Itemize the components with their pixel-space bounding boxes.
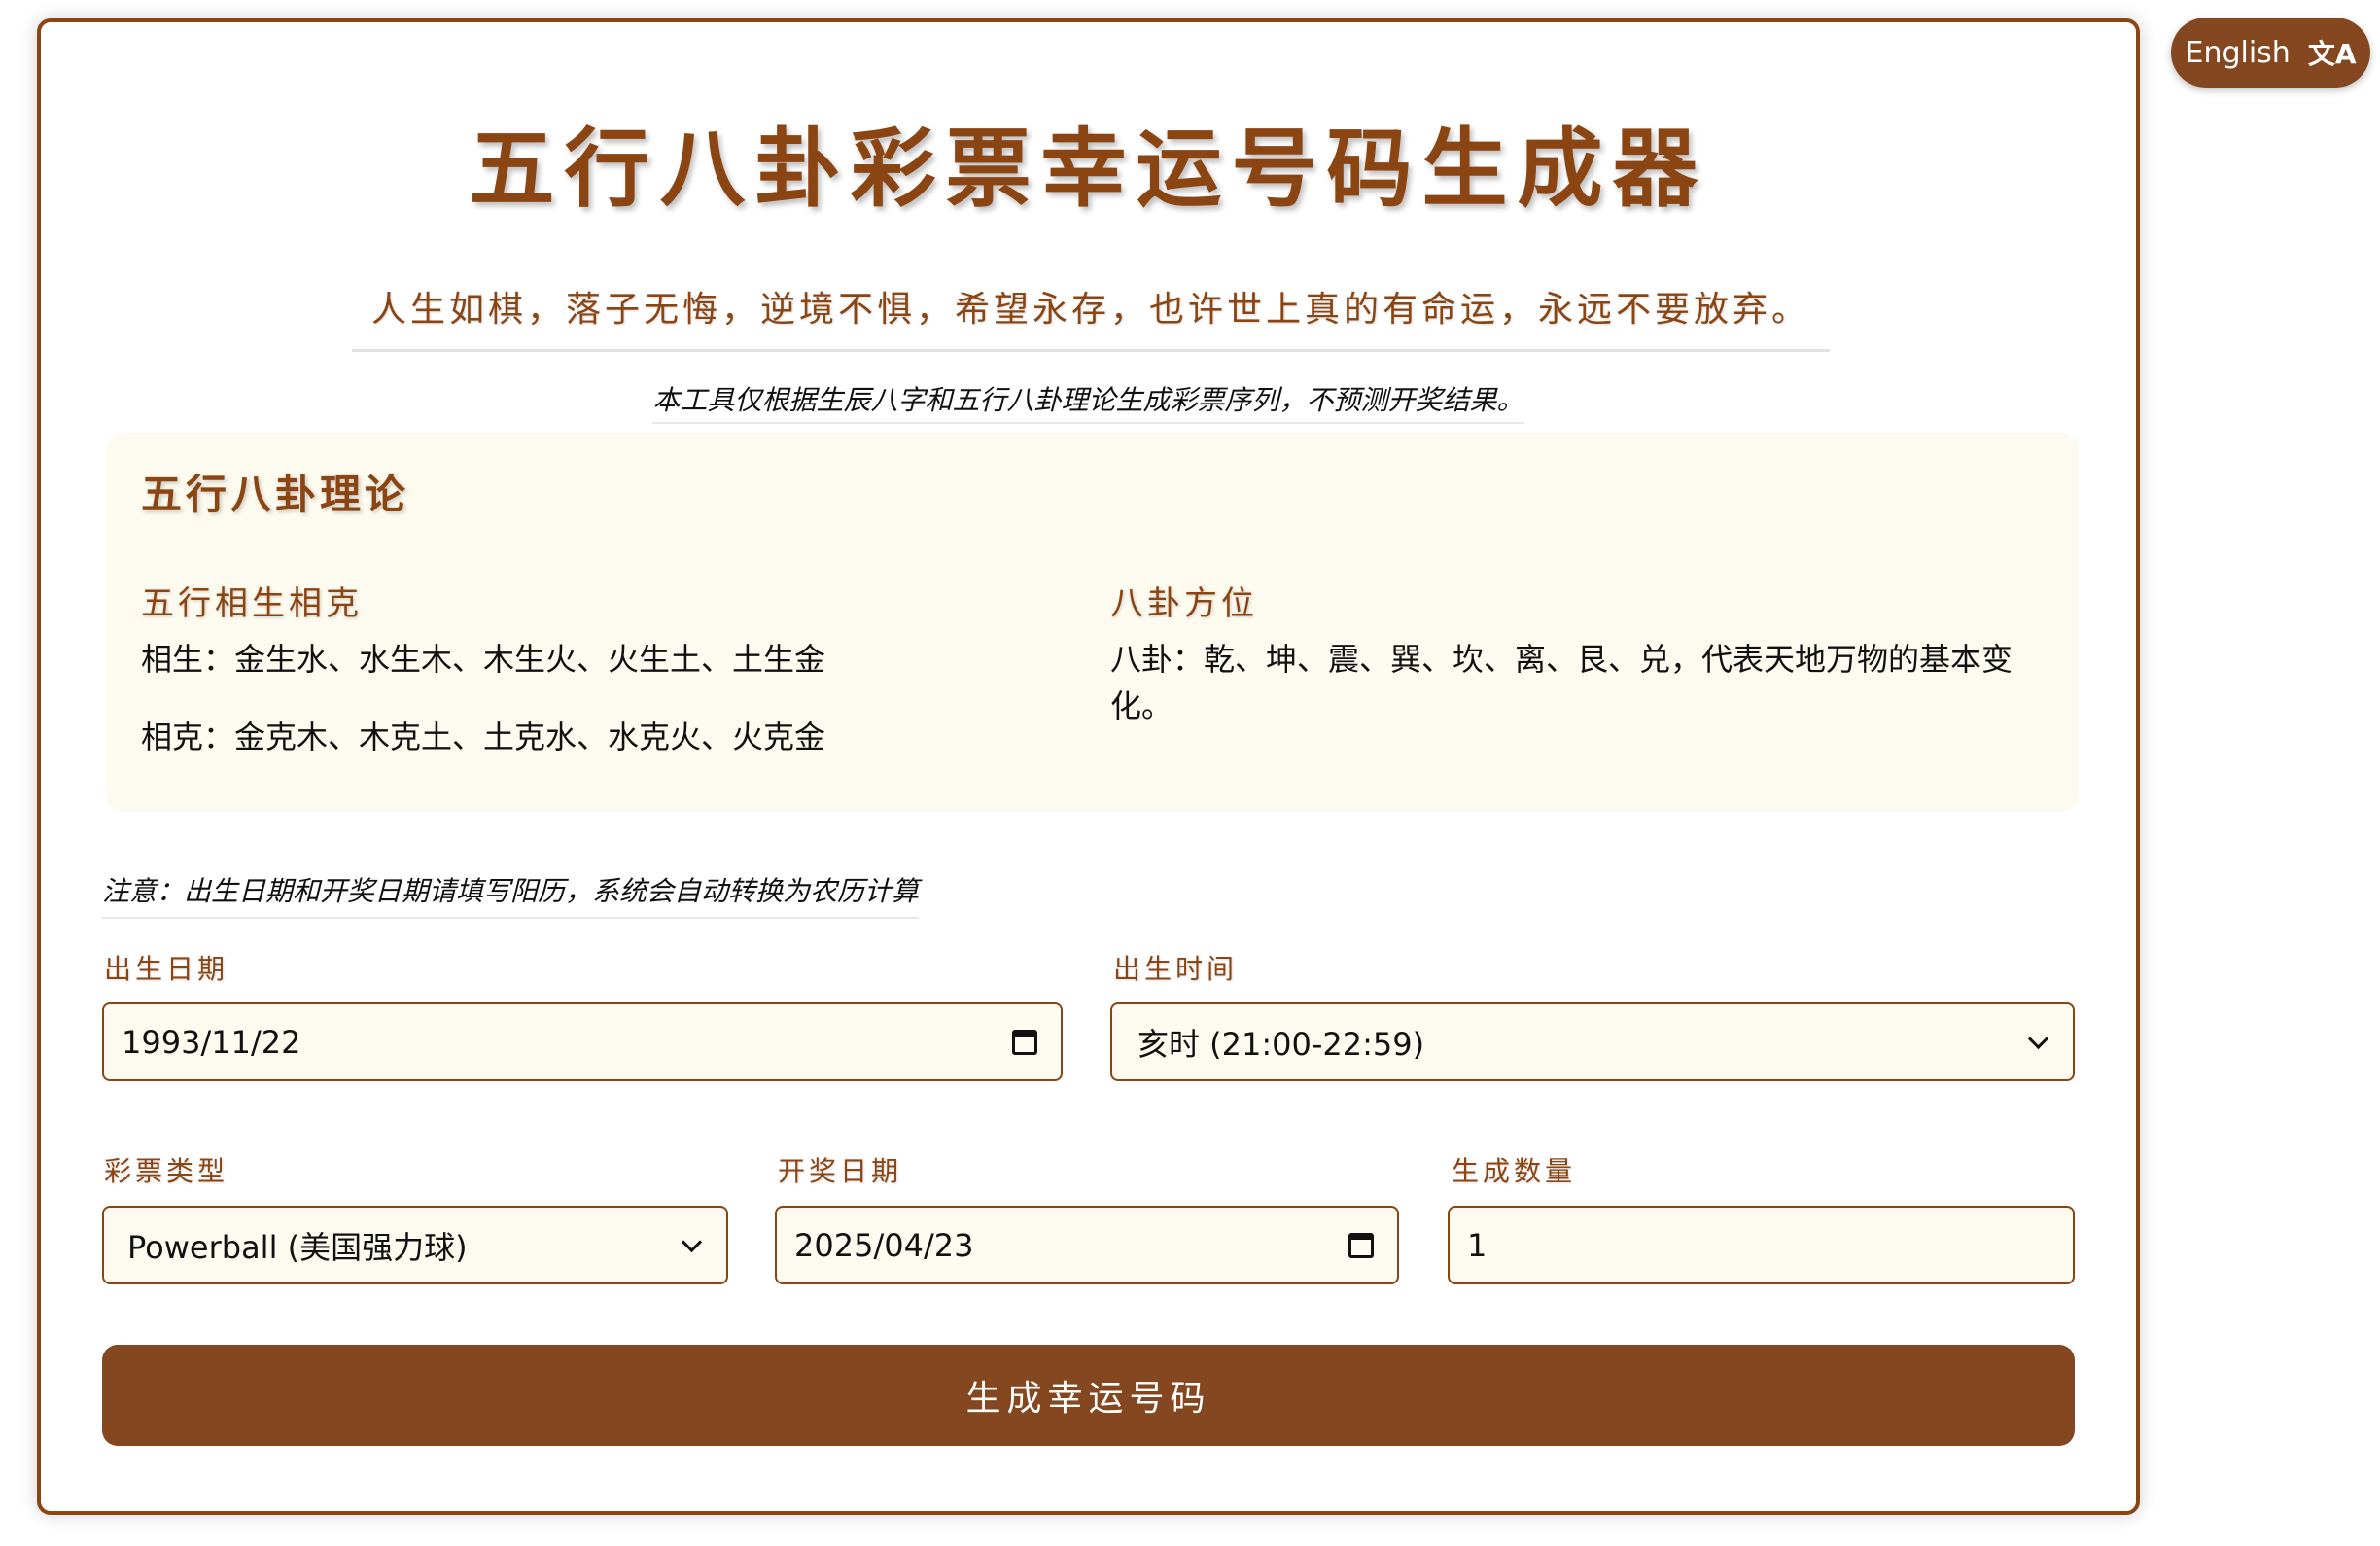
birth-time-label: 出生时间 (1113, 953, 1239, 985)
language-toggle-button[interactable]: English 文A (2171, 18, 2370, 88)
translate-icon: 文A (2307, 38, 2357, 70)
birth-time-select[interactable]: 亥时 (21:00-22:59) (1110, 1002, 2075, 1081)
chevron-down-icon (2027, 1028, 2049, 1050)
wuxing-heading: 五行相生相克 (141, 584, 363, 623)
theory-title: 五行八卦理论 (141, 471, 410, 518)
draw-date-value: 2025/04/23 (794, 1226, 974, 1264)
lottery-type-label: 彩票类型 (104, 1155, 229, 1187)
wuxing-sheng: 相生：金生水、水生木、木生火、火生土、土生金 (141, 641, 826, 678)
page-title: 五行八卦彩票幸运号码生成器 (469, 118, 1708, 219)
bagua-column: 八卦方位 八卦：乾、坤、震、巽、坎、离、艮、兑，代表天地万物的基本变化。 (1110, 577, 2024, 729)
language-label: English (2185, 35, 2291, 70)
draw-date-input[interactable]: 2025/04/23 (775, 1206, 1399, 1284)
count-label: 生成数量 (1452, 1155, 1577, 1187)
theory-panel: 五行八卦理论 五行相生相克 相生：金生水、水生木、木生火、火生土、土生金 相克：… (106, 433, 2079, 812)
disclaimer-text: 本工具仅根据生辰八字和五行八卦理论生成彩票序列，不预测开奖结果。 (652, 379, 1524, 424)
calendar-icon[interactable] (1348, 1232, 1374, 1258)
count-input[interactable]: 1 (1448, 1206, 2075, 1284)
birth-date-input[interactable]: 1993/11/22 (102, 1002, 1063, 1081)
main-card: 五行八卦彩票幸运号码生成器 人生如棋，落子无悔，逆境不惧，希望永存，也许世上真的… (37, 18, 2140, 1515)
generate-button[interactable]: 生成幸运号码 (102, 1345, 2075, 1446)
birth-time-value: 亥时 (21:00-22:59) (1138, 1025, 1425, 1063)
motto: 人生如棋，落子无悔，逆境不惧，希望永存，也许世上真的有命运，永远不要放弃。 (352, 281, 1830, 352)
bagua-text: 八卦：乾、坤、震、巽、坎、离、艮、兑，代表天地万物的基本变化。 (1110, 641, 2013, 724)
wuxing-column: 五行相生相克 相生：金生水、水生木、木生火、火生土、土生金 相克：金克木、木克土… (141, 577, 1016, 760)
count-value: 1 (1467, 1226, 1488, 1264)
draw-date-label: 开奖日期 (778, 1155, 903, 1187)
wuxing-ke: 相克：金克木、木克土、土克水、水克火、火克金 (141, 719, 826, 755)
calendar-icon[interactable] (1012, 1029, 1037, 1055)
disclaimer: 本工具仅根据生辰八字和五行八卦理论生成彩票序列，不预测开奖结果。 (41, 379, 2136, 424)
lottery-type-value: Powerball (美国强力球) (127, 1228, 468, 1266)
calendar-note: 注意：出生日期和开奖日期请填写阳历，系统会自动转换为农历计算 (102, 870, 920, 919)
birth-date-value: 1993/11/22 (122, 1023, 301, 1061)
bagua-heading: 八卦方位 (1110, 584, 1258, 623)
lottery-type-select[interactable]: Powerball (美国强力球) (102, 1206, 728, 1284)
chevron-down-icon (681, 1231, 703, 1253)
birth-date-label: 出生日期 (104, 953, 229, 985)
